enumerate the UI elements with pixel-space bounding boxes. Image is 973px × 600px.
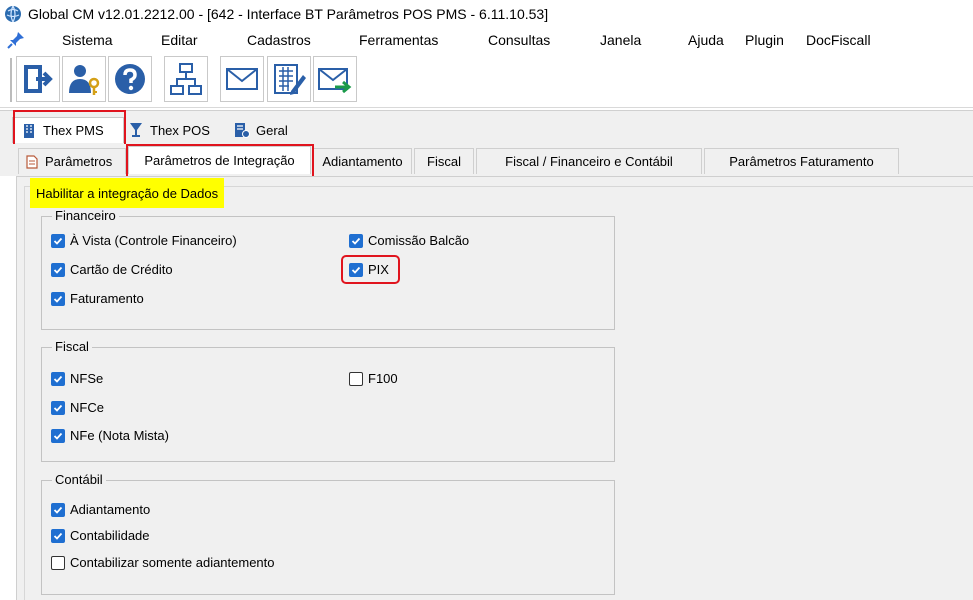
- help-button[interactable]: [108, 56, 152, 102]
- globe-icon: [5, 5, 21, 23]
- checkbox-f100[interactable]: F100: [349, 371, 398, 386]
- checkbox-label: NFCe: [70, 400, 104, 415]
- network-button[interactable]: [164, 56, 208, 102]
- check-icon: [53, 237, 63, 245]
- tab-parametros-faturamento[interactable]: Parâmetros Faturamento: [704, 148, 899, 174]
- module-tabs: Thex PMS Thex POS Geral: [0, 110, 973, 144]
- help-icon: [115, 64, 145, 94]
- tab-fiscal[interactable]: Fiscal: [414, 148, 474, 174]
- mail-forward-icon: [318, 68, 352, 94]
- checkbox-label: NFSe: [70, 371, 104, 386]
- menu-consultas[interactable]: Consultas: [488, 32, 550, 48]
- checkbox-comissao-balcao[interactable]: Comissão Balcão: [349, 233, 469, 248]
- tab-adiantamento-label: Adiantamento: [322, 154, 403, 169]
- check-icon: [53, 295, 63, 303]
- toolbar: [0, 52, 973, 108]
- checkbox-label: NFe (Nota Mista): [70, 428, 169, 443]
- checkbox-box[interactable]: [51, 400, 65, 415]
- toolbar-grip: [10, 58, 12, 102]
- annotation-box: [13, 110, 126, 147]
- checkbox-box[interactable]: [51, 262, 65, 277]
- group-fiscal: Fiscal: [41, 339, 615, 462]
- checkbox-contabilizar-adiantamento[interactable]: Contabilizar somente adiantemento: [51, 555, 275, 570]
- checkbox-box[interactable]: [51, 371, 65, 386]
- tab-fiscal-financeiro-contabil[interactable]: Fiscal / Financeiro e Contábil: [476, 148, 702, 174]
- menu-sistema[interactable]: Sistema: [62, 32, 113, 48]
- menu-docfiscall[interactable]: DocFiscall: [806, 32, 871, 48]
- check-icon: [53, 404, 63, 412]
- mail-icon: [226, 68, 258, 90]
- annotation-box: [126, 144, 314, 179]
- settings-icon: [235, 123, 250, 138]
- tab-parametros[interactable]: Parâmetros: [18, 148, 126, 174]
- menu-cadastros[interactable]: Cadastros: [247, 32, 311, 48]
- tab-geral-label: Geral: [256, 122, 288, 138]
- tab-thex-pos-label: Thex POS: [150, 122, 210, 138]
- group-fiscal-label: Fiscal: [52, 339, 92, 354]
- tab-adiantamento[interactable]: Adiantamento: [313, 148, 412, 174]
- checkbox-label: Cartão de Crédito: [70, 262, 173, 277]
- checkbox-box[interactable]: [51, 555, 65, 570]
- menu-ferramentas[interactable]: Ferramentas: [359, 32, 438, 48]
- check-icon: [53, 432, 63, 440]
- checkbox-a-vista[interactable]: À Vista (Controle Financeiro): [51, 233, 237, 248]
- tab-thex-pos[interactable]: Thex POS: [128, 117, 224, 143]
- check-icon: [351, 237, 361, 245]
- annotation-box: [341, 255, 400, 284]
- checkbox-box[interactable]: [51, 528, 65, 543]
- menu-plugin[interactable]: Plugin: [745, 32, 784, 48]
- mail-forward-button[interactable]: [313, 56, 357, 102]
- checkbox-box[interactable]: [51, 233, 65, 248]
- checkbox-box[interactable]: [349, 233, 363, 248]
- tab-parametros-label: Parâmetros: [45, 154, 113, 169]
- checkbox-box[interactable]: [51, 502, 65, 517]
- checkbox-label: Faturamento: [70, 291, 144, 306]
- check-icon: [53, 506, 63, 514]
- pin-icon[interactable]: [6, 30, 26, 50]
- checkbox-adiantamento[interactable]: Adiantamento: [51, 502, 150, 517]
- checkbox-label: Adiantamento: [70, 502, 151, 517]
- network-icon: [170, 63, 202, 95]
- user-key-icon: [69, 65, 100, 95]
- checkbox-box[interactable]: [51, 428, 65, 443]
- checkbox-label: Contabilidade: [70, 528, 150, 543]
- edit-sheet-button[interactable]: [267, 56, 311, 102]
- document-icon: [26, 154, 38, 169]
- checkbox-faturamento[interactable]: Faturamento: [51, 291, 144, 306]
- checkbox-nfe-nota-mista[interactable]: NFe (Nota Mista): [51, 428, 169, 443]
- title-bar: Global CM v12.01.2212.00 - [642 - Interf…: [0, 0, 973, 28]
- edit-sheet-icon: [274, 64, 306, 95]
- group-contabil-label: Contábil: [52, 472, 106, 487]
- section-title-text: Habilitar a integração de Dados: [36, 185, 219, 201]
- menu-bar: Sistema Editar Cadastros Ferramentas Con…: [0, 28, 973, 52]
- tab-fiscal-label: Fiscal: [427, 154, 461, 169]
- checkbox-nfse[interactable]: NFSe: [51, 371, 103, 386]
- menu-ajuda[interactable]: Ajuda: [688, 32, 724, 48]
- checkbox-nfce[interactable]: NFCe: [51, 400, 104, 415]
- check-icon: [53, 266, 63, 274]
- checkbox-label: À Vista (Controle Financeiro): [70, 233, 237, 248]
- checkbox-box[interactable]: [51, 291, 65, 306]
- tab-parametros-faturamento-label: Parâmetros Faturamento: [729, 154, 874, 169]
- checkbox-contabilidade[interactable]: Contabilidade: [51, 528, 150, 543]
- check-icon: [53, 375, 63, 383]
- tab-geral[interactable]: Geral: [234, 117, 314, 143]
- window-title: Global CM v12.01.2212.00 - [642 - Interf…: [28, 6, 549, 22]
- check-icon: [53, 532, 63, 540]
- checkbox-label: F100: [368, 371, 398, 386]
- user-key-button[interactable]: [62, 56, 106, 102]
- group-financeiro-label: Financeiro: [52, 208, 119, 223]
- exit-button[interactable]: [16, 56, 60, 102]
- checkbox-cartao-credito[interactable]: Cartão de Crédito: [51, 262, 173, 277]
- menu-janela[interactable]: Janela: [600, 32, 641, 48]
- tab-fiscal-financeiro-contabil-label: Fiscal / Financeiro e Contábil: [505, 154, 673, 169]
- section-title: Habilitar a integração de Dados: [30, 178, 225, 208]
- menu-editar[interactable]: Editar: [161, 32, 198, 48]
- mail-button[interactable]: [220, 56, 264, 102]
- checkbox-label: Comissão Balcão: [368, 233, 470, 248]
- checkbox-box[interactable]: [349, 371, 363, 386]
- glass-icon: [130, 123, 142, 137]
- exit-icon: [24, 65, 53, 93]
- checkbox-label: Contabilizar somente adiantemento: [70, 555, 275, 570]
